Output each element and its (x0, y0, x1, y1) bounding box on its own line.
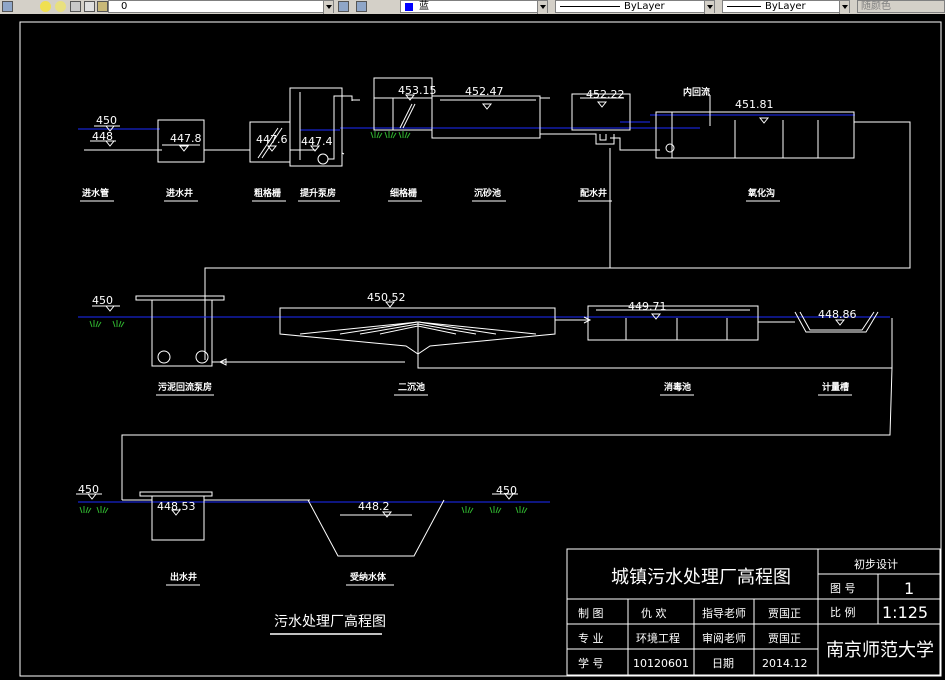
title-block-drawn-by-label: 制 图 (578, 607, 604, 620)
title-block-advisor-label: 指导老师 (702, 606, 746, 620)
drawing-canvas[interactable]: 450 448 447.8 447.6 447.4 453.15 452.47 … (0, 14, 945, 680)
title-block-student-no-label: 学 号 (578, 656, 604, 670)
label-receiving-water: 受纳水体 (350, 571, 387, 583)
level-receiving-water: 448.2 (358, 500, 390, 513)
layer-lock-icon[interactable] (70, 1, 81, 12)
color-dropdown[interactable]: 蓝 (400, 0, 548, 14)
linetype-dropdown[interactable]: ByLayer (555, 0, 715, 14)
level-right-ground: 450 (496, 484, 517, 497)
level-coarse-screen: 447.6 (256, 133, 288, 146)
color-dropdown-arrow-icon[interactable] (537, 1, 547, 14)
title-block-major: 环境工程 (636, 631, 680, 645)
layer-previous-icon[interactable] (356, 1, 367, 12)
title-block-scale: 1:125 (882, 603, 928, 622)
lineweight-dropdown-value: ByLayer (765, 1, 806, 12)
lineweight-dropdown-arrow-icon[interactable] (839, 1, 849, 14)
title-block-major-label: 专 业 (578, 631, 604, 645)
label-fine-screen: 细格栅 (390, 187, 417, 199)
plotstyle-dropdown[interactable]: 随颜色 (857, 0, 945, 13)
level-ras-ground: 450 (92, 294, 113, 307)
linetype-sample-icon (560, 6, 620, 7)
level-distribution-well: 452.22 (586, 88, 625, 101)
label-coarse-screen: 粗格栅 (254, 187, 281, 199)
color-swatch-icon (405, 3, 413, 11)
label-internal-recycle: 内回流 (683, 86, 710, 98)
linetype-dropdown-value: ByLayer (624, 1, 665, 12)
label-inlet-pipe: 进水管 (82, 187, 109, 199)
title-block-date-label: 日期 (712, 657, 734, 670)
label-ras-pump: 污泥回流泵房 (158, 381, 212, 393)
label-metering-tank: 计量槽 (822, 381, 849, 393)
layer-on-icon[interactable] (40, 1, 51, 12)
level-fine-screen: 453.15 (398, 84, 437, 97)
lineweight-sample-icon (727, 6, 761, 7)
level-intake-well: 447.8 (170, 132, 202, 145)
label-secondary-clarifier: 二沉池 (398, 381, 425, 393)
title-block-date: 2014.12 (762, 657, 808, 670)
title-block-drawing-no: 1 (904, 579, 914, 598)
level-disinfection-tank: 449.71 (628, 300, 667, 313)
color-dropdown-value: 蓝 (419, 1, 429, 12)
title-block-university: 南京师范大学 (826, 640, 934, 661)
level-oxidation-ditch: 451.81 (735, 98, 774, 111)
label-outlet-well: 出水井 (170, 571, 197, 583)
layer-dropdown-arrow-icon[interactable] (323, 1, 333, 14)
level-secondary-clarifier: 450.52 (367, 291, 406, 304)
label-lift-pump: 提升泵房 (300, 187, 336, 199)
level-inlet-water: 448 (92, 130, 113, 143)
layer-color-icon[interactable] (84, 1, 95, 12)
properties-toolbar: 0 蓝 ByLayer ByLayer 随颜色 (0, 0, 945, 15)
layer-dropdown-value: 0 (121, 1, 128, 12)
title-block-stage: 初步设计 (854, 557, 898, 571)
title-block-drawing-no-label: 图 号 (830, 582, 856, 595)
title-block-reviewer: 贾国正 (768, 632, 801, 645)
layer-dropdown[interactable]: 0 (108, 0, 334, 14)
level-outlet-ground: 450 (78, 483, 99, 496)
title-block-reviewer-label: 审阅老师 (702, 631, 746, 645)
drawing-caption: 污水处理厂高程图 (274, 613, 386, 630)
level-metering-tank: 448.86 (818, 308, 857, 321)
label-disinfection-tank: 消毒池 (664, 381, 691, 393)
title-block-scale-label: 比 例 (830, 605, 856, 619)
level-outlet-well: 448.53 (157, 500, 196, 513)
layer-freeze-icon[interactable] (55, 1, 66, 12)
plotstyle-dropdown-value: 随颜色 (861, 1, 891, 12)
linetype-dropdown-arrow-icon[interactable] (704, 1, 714, 14)
make-current-layer-icon[interactable] (338, 1, 349, 12)
layer-plot-icon[interactable] (97, 1, 108, 12)
title-block-advisor: 贾国正 (768, 607, 801, 620)
level-grit-chamber: 452.47 (465, 85, 504, 98)
layer-manager-icon[interactable] (2, 1, 13, 12)
title-block-student-no: 10120601 (633, 657, 689, 670)
label-intake-well: 进水井 (166, 187, 193, 199)
label-grit-chamber: 沉砂池 (474, 187, 501, 199)
level-lift-pump: 447.4 (301, 135, 333, 148)
label-oxidation-ditch: 氧化沟 (747, 187, 775, 199)
level-inlet-ground: 450 (96, 114, 117, 127)
title-block-title: 城镇污水处理厂高程图 (611, 567, 791, 588)
title-block-drawn-by: 仇 欢 (641, 606, 667, 620)
label-distribution-well: 配水井 (580, 187, 607, 199)
lineweight-dropdown[interactable]: ByLayer (722, 0, 850, 14)
